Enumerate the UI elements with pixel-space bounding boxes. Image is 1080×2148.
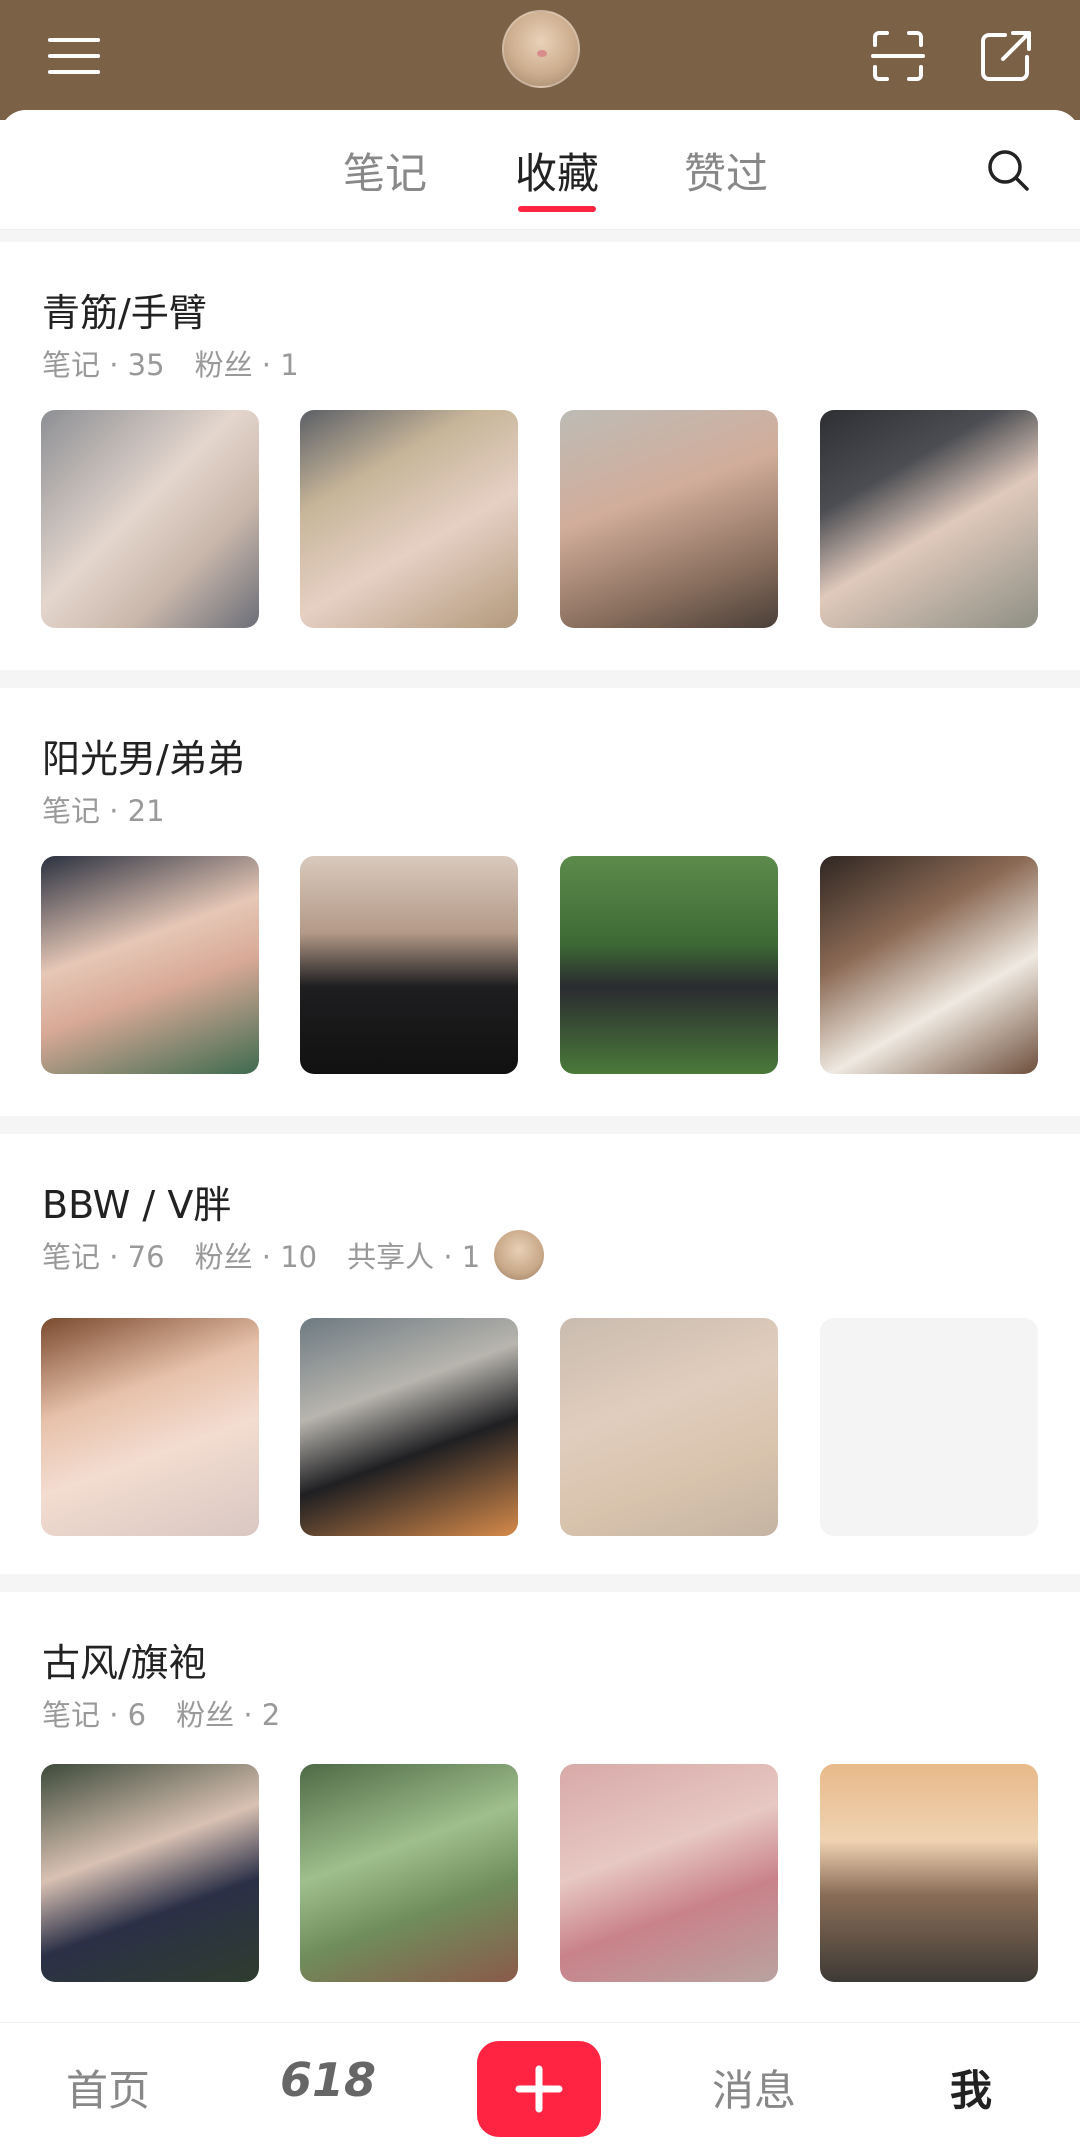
- board-thumbnails: [41, 856, 1039, 1074]
- board-notes-count: 笔记 · 76: [42, 1240, 165, 1274]
- board-title: BBW / V胖: [42, 1183, 232, 1227]
- collections-sheet: 笔记 收藏 赞过 青筋/手臂 笔记 · 35 粉丝 · 1 阳光男/弟弟 笔记 …: [0, 110, 1080, 2022]
- tab-bar: 笔记 收藏 赞过: [0, 110, 1080, 230]
- tab-notes[interactable]: 笔记: [343, 140, 427, 201]
- note-thumbnail[interactable]: [820, 410, 1038, 628]
- scan-icon[interactable]: [862, 20, 934, 92]
- board-meta: 笔记 · 6 粉丝 · 2: [42, 1692, 280, 1734]
- board-notes-count: 笔记 · 35: [42, 348, 165, 382]
- board-title: 古风/旗袍: [42, 1641, 207, 1685]
- tab-collections[interactable]: 收藏: [515, 140, 599, 201]
- collection-board[interactable]: BBW / V胖 笔记 · 76 粉丝 · 10 共享人 · 1: [0, 1134, 1080, 1574]
- note-thumbnail[interactable]: [41, 1764, 259, 1982]
- note-thumbnail[interactable]: [560, 1764, 778, 1982]
- nav-messages[interactable]: 消息: [712, 2057, 796, 2118]
- note-thumbnail[interactable]: [41, 410, 259, 628]
- board-followers-count: 粉丝 · 2: [176, 1698, 281, 1732]
- collection-board[interactable]: 青筋/手臂 笔记 · 35 粉丝 · 1: [0, 242, 1080, 670]
- board-notes-count: 笔记 · 6: [42, 1698, 147, 1732]
- board-meta: 笔记 · 76 粉丝 · 10 共享人 · 1: [42, 1230, 545, 1280]
- nav-home[interactable]: 首页: [66, 2057, 150, 2118]
- board-notes-count: 笔记 · 21: [42, 794, 165, 828]
- nav-me[interactable]: 我: [950, 2057, 992, 2118]
- tab-liked[interactable]: 赞过: [684, 140, 768, 201]
- note-thumbnail[interactable]: [41, 1318, 259, 1536]
- board-meta: 笔记 · 35 粉丝 · 1: [42, 342, 299, 384]
- note-thumbnail[interactable]: [560, 856, 778, 1074]
- note-thumbnail[interactable]: [560, 410, 778, 628]
- note-thumbnail[interactable]: [820, 1764, 1038, 1982]
- board-title: 阳光男/弟弟: [42, 737, 245, 781]
- board-title: 青筋/手臂: [42, 291, 207, 335]
- active-tab-indicator: [518, 206, 596, 212]
- collection-board[interactable]: 古风/旗袍 笔记 · 6 粉丝 · 2: [0, 1592, 1080, 2022]
- note-thumbnail[interactable]: [300, 1764, 518, 1982]
- note-thumbnail[interactable]: [41, 856, 259, 1074]
- board-followers-count: 粉丝 · 10: [194, 1240, 318, 1274]
- add-post-button[interactable]: [477, 2041, 601, 2137]
- top-bar: [0, 0, 1080, 120]
- nav-618-promo[interactable]: 618: [280, 2053, 376, 2107]
- sharer-avatar[interactable]: [494, 1230, 545, 1280]
- share-icon[interactable]: [970, 20, 1042, 92]
- menu-icon[interactable]: [38, 20, 110, 92]
- board-thumbnails: [41, 1318, 1039, 1536]
- plus-icon: [515, 2065, 563, 2113]
- board-followers-count: 粉丝 · 1: [194, 348, 299, 382]
- profile-avatar[interactable]: [502, 10, 580, 88]
- note-thumbnail[interactable]: [560, 1318, 778, 1536]
- board-meta: 笔记 · 21: [42, 788, 165, 830]
- note-thumbnail[interactable]: [300, 856, 518, 1074]
- board-thumbnails: [41, 410, 1039, 628]
- board-thumbnails: [41, 1764, 1039, 1982]
- note-thumbnail[interactable]: [300, 1318, 518, 1536]
- collection-board[interactable]: 阳光男/弟弟 笔记 · 21: [0, 688, 1080, 1116]
- note-thumbnail[interactable]: [820, 856, 1038, 1074]
- empty-thumbnail: [820, 1318, 1038, 1536]
- bottom-nav: 首页 618 消息 我: [0, 2022, 1080, 2148]
- note-thumbnail[interactable]: [300, 410, 518, 628]
- board-sharers-count: 共享人 · 1: [347, 1240, 481, 1274]
- search-icon[interactable]: [978, 140, 1038, 200]
